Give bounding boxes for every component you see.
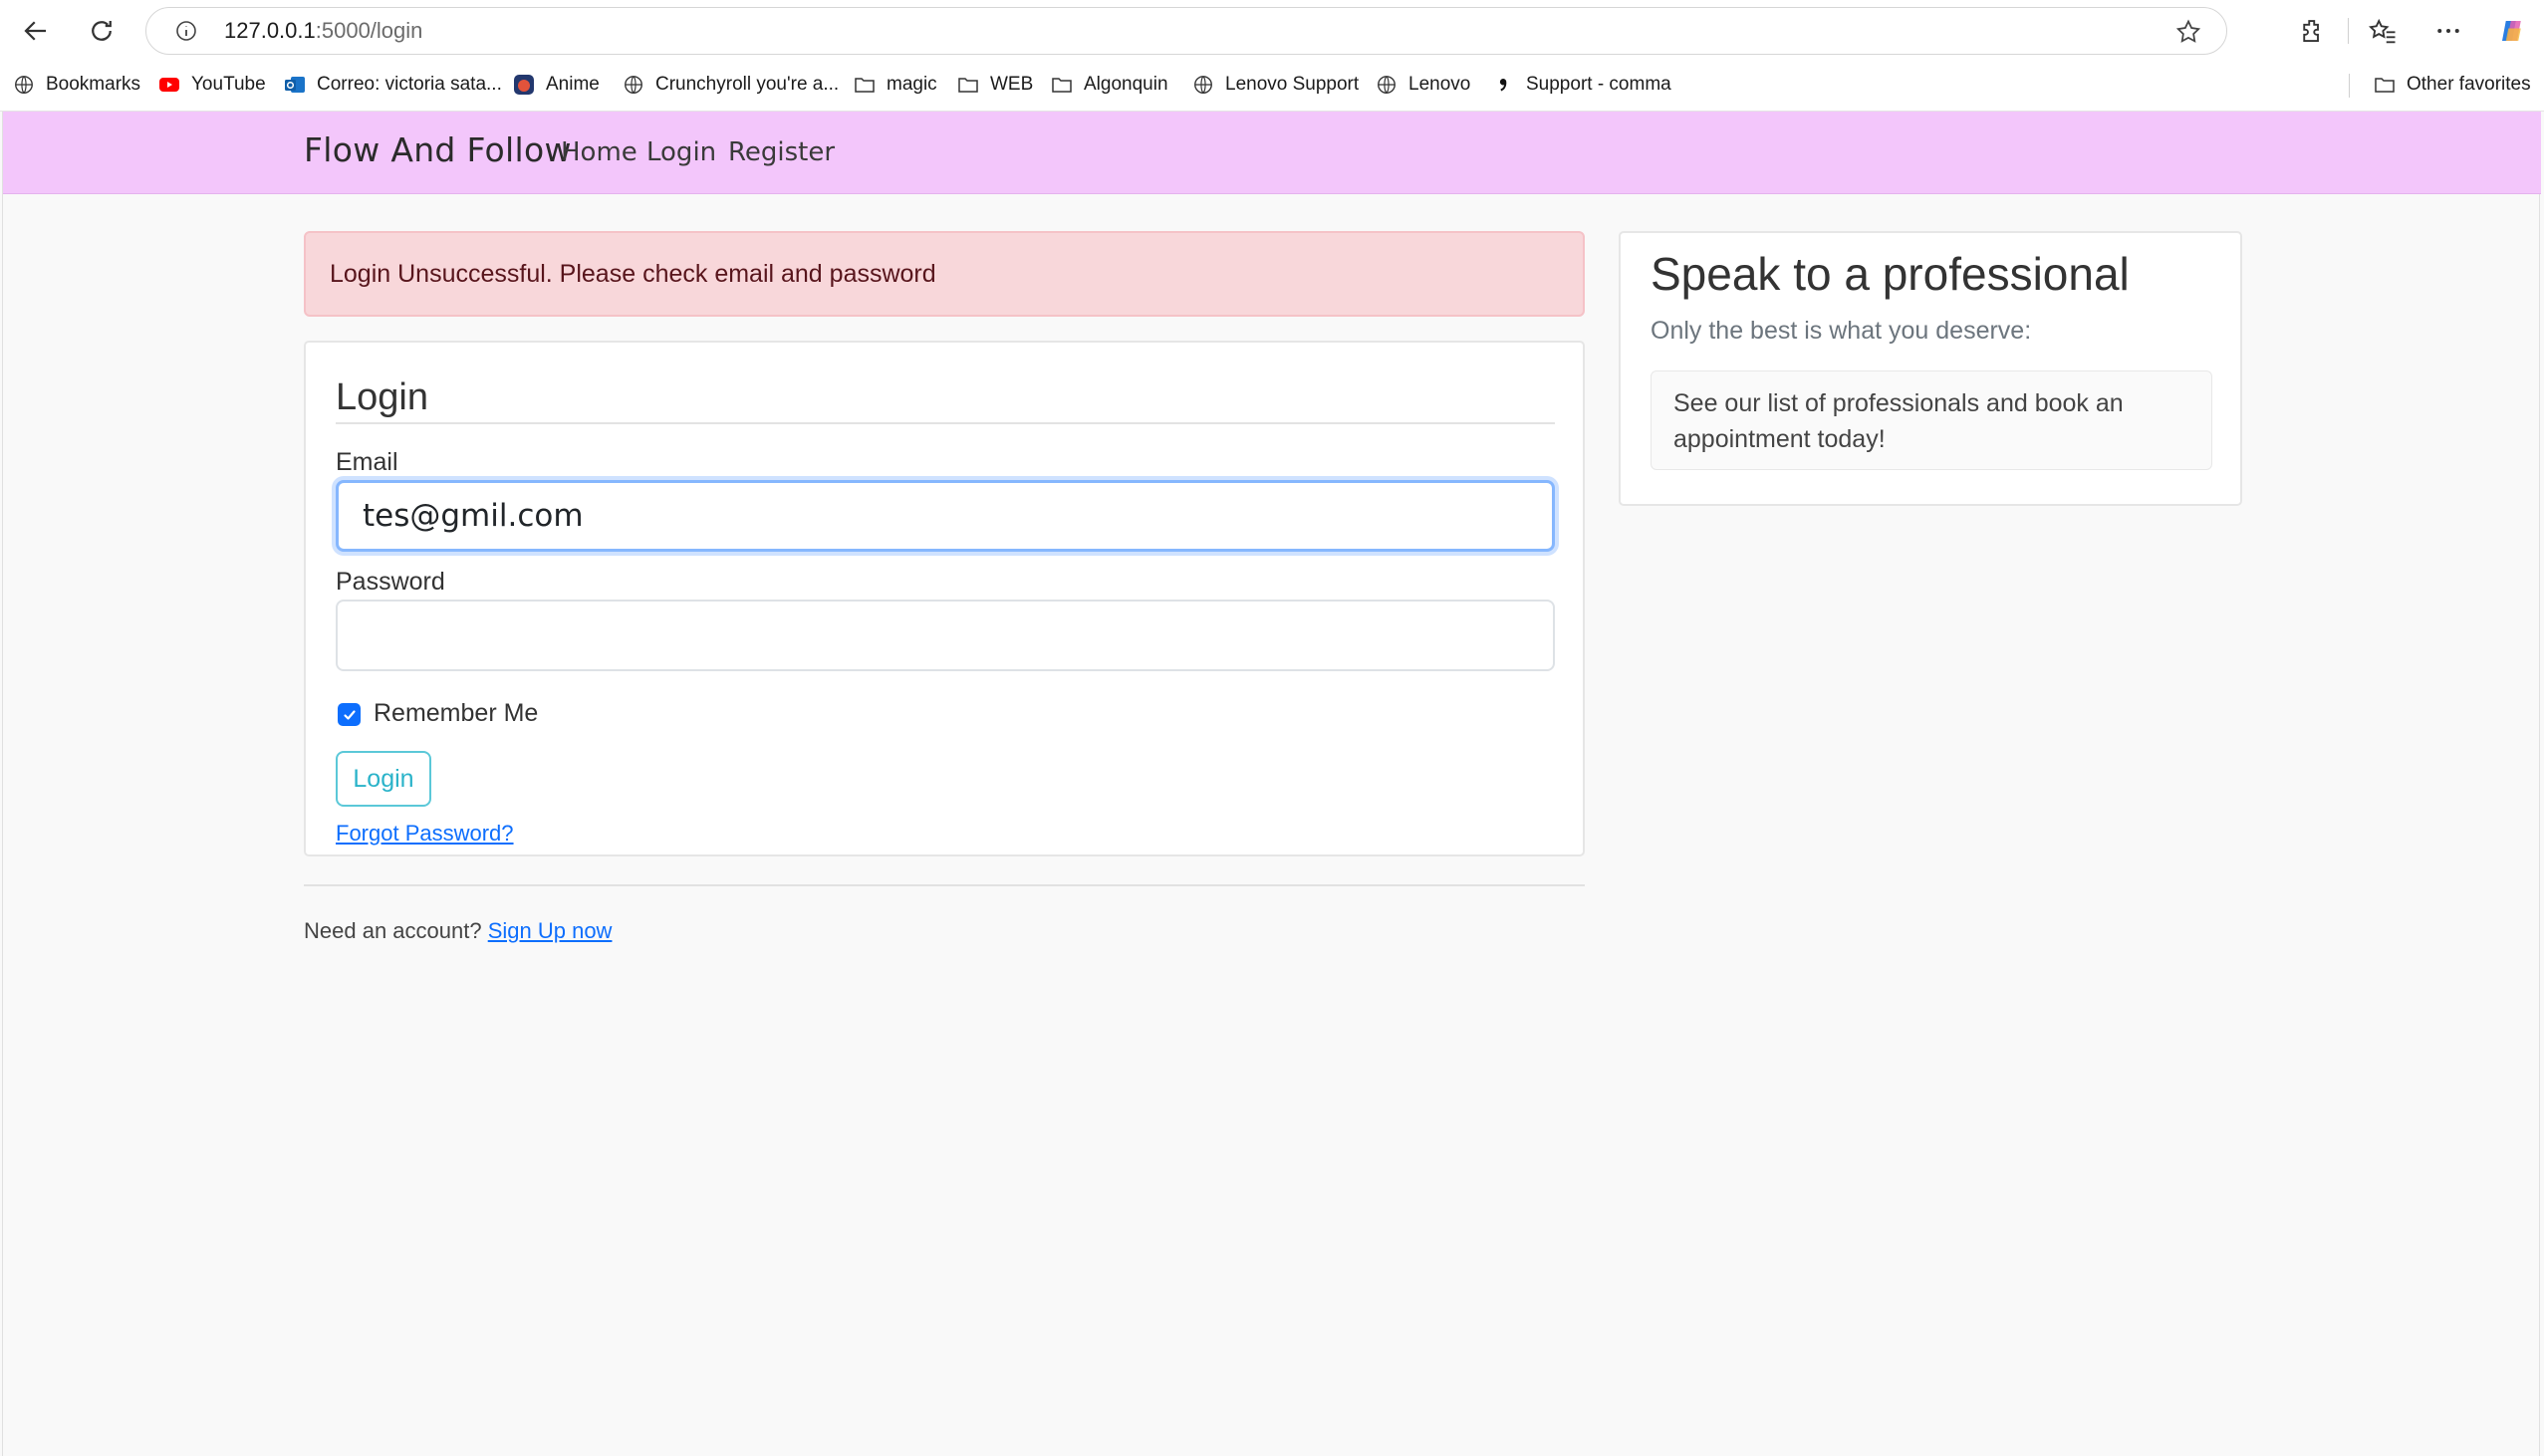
bookmark-label: Lenovo Support [1225, 74, 1360, 95]
anime-icon [512, 73, 536, 97]
folder-icon [956, 73, 980, 97]
legend-divider [336, 422, 1555, 424]
reload-icon [92, 21, 112, 41]
email-value: tes@gmil.com [363, 498, 584, 534]
signup-prompt: Need an account? Sign Up now [304, 918, 612, 944]
folder-icon [2373, 73, 2397, 97]
outlook-icon [283, 73, 307, 97]
url-path: :5000/login [315, 18, 423, 43]
folder-icon [1050, 73, 1074, 97]
professional-sidebar: Speak to a professional Only the best is… [1619, 231, 2242, 506]
favorites-button[interactable] [2361, 9, 2405, 53]
bookmark-label: Crunchyroll you're a... [655, 74, 840, 95]
browser-toolbar: 127.0.0.1:5000/login [0, 0, 2544, 62]
puzzle-icon [2303, 20, 2319, 42]
back-button[interactable] [14, 9, 58, 53]
bookmark-youtube[interactable]: YouTube [157, 62, 266, 108]
more-menu-button[interactable] [2426, 9, 2470, 53]
site-brand[interactable]: Flow And Follow [304, 130, 572, 169]
sidebar-title: Speak to a professional [1651, 248, 2130, 300]
email-field[interactable]: tes@gmil.com [336, 480, 1555, 552]
youtube-icon [157, 73, 181, 97]
extensions-button[interactable] [2291, 9, 2335, 53]
bookmark-folder-magic[interactable]: magic [853, 62, 937, 108]
page-viewport: Flow And Follow Home Login Register Logi… [2, 112, 2541, 1456]
bookmark-folder-web[interactable]: WEB [956, 62, 1033, 108]
bookmark-label: magic [887, 74, 937, 95]
login-form-card: Login Email tes@gmil.com Password Rememb… [304, 341, 1585, 856]
bookmark-support-comma[interactable]: Support - comma [1492, 62, 1671, 108]
favorites-list-icon [2368, 18, 2396, 44]
bookmark-label: WEB [990, 74, 1034, 95]
bookmark-label: YouTube [191, 74, 266, 95]
login-submit-button[interactable]: Login [336, 751, 431, 807]
bookmark-crunchyroll[interactable]: Crunchyroll you're a... [622, 62, 839, 108]
bookmarks-bar: Bookmarks YouTube Correo: victoria sata.… [0, 62, 2544, 112]
bookmark-bookmarks[interactable]: Bookmarks [12, 62, 140, 108]
url-text[interactable]: 127.0.0.1:5000/login [224, 18, 422, 44]
reload-button[interactable] [80, 9, 124, 53]
alert-message: Login Unsuccessful. Please check email a… [330, 259, 936, 288]
bookmark-label: Algonquin [1084, 74, 1168, 95]
favorite-star-icon[interactable] [2168, 12, 2208, 52]
bookmark-label: Correo: victoria sata... [317, 74, 502, 95]
globe-icon [12, 73, 36, 97]
signup-link[interactable]: Sign Up now [488, 918, 613, 943]
globe-icon [622, 73, 645, 97]
bookmarks-divider [2349, 74, 2350, 98]
more-dots-icon [2437, 29, 2459, 33]
bookmark-correo[interactable]: Correo: victoria sata... [283, 62, 502, 108]
copilot-button[interactable] [2490, 9, 2534, 53]
site-info-icon[interactable] [166, 11, 206, 51]
globe-icon [1375, 73, 1399, 97]
checkmark-icon [343, 709, 356, 720]
bookmark-lenovo[interactable]: Lenovo [1375, 62, 1470, 108]
nav-link-home[interactable]: Home [561, 137, 637, 167]
signup-text: Need an account? [304, 918, 482, 943]
bookmark-label: Anime [546, 74, 600, 95]
password-label: Password [336, 568, 445, 596]
login-error-alert: Login Unsuccessful. Please check email a… [304, 231, 1585, 317]
bookmark-label: Bookmarks [46, 74, 141, 95]
password-field[interactable] [336, 600, 1555, 671]
nav-link-login[interactable]: Login [646, 137, 716, 167]
toolbar-divider [2348, 18, 2349, 44]
bookmark-anime[interactable]: Anime [512, 62, 600, 108]
email-label: Email [336, 448, 398, 476]
remember-me-checkbox[interactable] [338, 703, 361, 726]
sidebar-list-item[interactable]: See our list of professionals and book a… [1651, 370, 2212, 470]
copilot-icon [2502, 21, 2521, 41]
bookmark-lenovo-support[interactable]: Lenovo Support [1191, 62, 1359, 108]
bookmark-label: Lenovo [1408, 74, 1471, 95]
address-bar[interactable]: 127.0.0.1:5000/login [145, 7, 2227, 55]
url-host: 127.0.0.1 [224, 18, 316, 43]
nav-link-register[interactable]: Register [728, 137, 835, 167]
site-navbar: Flow And Follow Home Login Register [3, 112, 2541, 194]
remember-me-label[interactable]: Remember Me [374, 699, 538, 728]
back-arrow-icon [24, 21, 46, 41]
folder-icon [853, 73, 877, 97]
sidebar-subtitle: Only the best is what you deserve: [1651, 317, 2032, 345]
form-legend: Login [336, 376, 428, 418]
bookmark-label: Support - comma [1526, 74, 1671, 95]
forgot-password-link[interactable]: Forgot Password? [336, 821, 514, 847]
comma-icon [1492, 73, 1516, 97]
section-divider [304, 884, 1585, 886]
bookmark-folder-algonquin[interactable]: Algonquin [1050, 62, 1168, 108]
globe-icon [1191, 73, 1215, 97]
other-favorites-label: Other favorites [2407, 74, 2531, 95]
other-favorites[interactable]: Other favorites [2373, 62, 2531, 108]
